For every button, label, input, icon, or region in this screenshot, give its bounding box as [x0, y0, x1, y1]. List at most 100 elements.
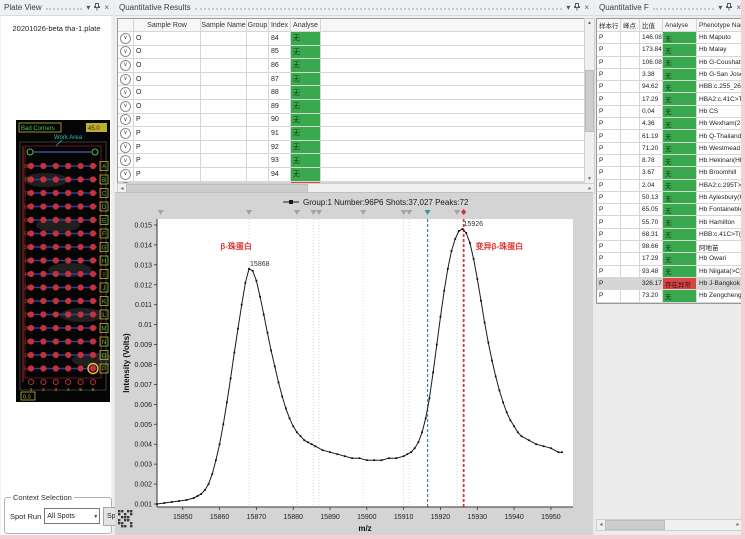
expand-row-button[interactable]: ∨ [120, 155, 131, 166]
expand-row-button[interactable]: ∨ [120, 128, 131, 139]
sample-spot[interactable] [78, 338, 84, 344]
table-row[interactable]: P55.70无Hb Hamilton [597, 216, 742, 228]
sample-spot[interactable] [90, 298, 96, 304]
column-header[interactable]: Analyse [291, 19, 321, 31]
table-row[interactable]: ∨O85无 [118, 46, 585, 60]
table-row[interactable]: ∨O88无 [118, 86, 585, 100]
table-row[interactable]: P3.67无Hb Broomhill [597, 167, 742, 179]
sample-spot[interactable] [53, 338, 59, 344]
table-row[interactable]: P93.48无Hb Niigata(>C) [597, 266, 742, 278]
table-row[interactable]: P326.17存在异常Hb J-Bangkok [597, 278, 742, 290]
sample-spot[interactable] [65, 217, 71, 223]
table-row[interactable]: P17.29无Hb Owari [597, 253, 742, 265]
sample-spot[interactable] [53, 298, 59, 304]
sample-spot[interactable] [53, 271, 59, 277]
expand-row-button[interactable]: ∨ [120, 74, 131, 85]
sample-spot[interactable] [40, 271, 46, 277]
plate-file-name[interactable]: 20201026-beta tha-1.plate [0, 24, 113, 33]
column-header[interactable]: 样本行 [597, 19, 621, 31]
sample-spot[interactable] [90, 217, 96, 223]
sample-spot[interactable] [65, 325, 71, 331]
sample-spot[interactable] [65, 352, 71, 358]
spot-run-select[interactable]: All Spots ▾ [44, 508, 100, 524]
table-row[interactable]: P71.20无Hb Westmead [597, 143, 742, 155]
sample-spot[interactable] [65, 257, 71, 263]
column-header[interactable]: Group [247, 19, 269, 31]
expand-row-button[interactable]: ∨ [120, 142, 131, 153]
peak-marker-icon[interactable] [158, 210, 164, 215]
sample-spot[interactable] [90, 244, 96, 250]
sample-spot[interactable] [40, 203, 46, 209]
sample-spot[interactable] [65, 284, 71, 290]
table-row[interactable]: ∨P92无 [118, 141, 585, 155]
sample-spot[interactable] [40, 257, 46, 263]
table-row[interactable]: P2.04无HBA2:c.295T>G [597, 180, 742, 192]
chevron-down-icon[interactable]: ▾ [86, 4, 90, 12]
pin-icon[interactable] [94, 3, 100, 13]
sample-spot[interactable] [78, 190, 84, 196]
table-row[interactable]: ∨O87无 [118, 73, 585, 87]
phenotype-horizontal-scrollbar[interactable]: ◂ ▸ [596, 519, 743, 531]
sample-spot[interactable] [53, 311, 59, 317]
sample-spot[interactable] [65, 311, 71, 317]
table-row[interactable]: P98.66无阿地苗 [597, 241, 742, 253]
column-header[interactable]: Sample Name [201, 19, 247, 31]
peak-marker-icon[interactable] [360, 210, 366, 215]
table-row[interactable]: ∨O84无 [118, 32, 585, 46]
sample-spot[interactable] [65, 203, 71, 209]
table-row[interactable]: ∨P91无 [118, 127, 585, 141]
peak-marker-icon[interactable] [294, 210, 300, 215]
sample-spot[interactable] [90, 311, 96, 317]
sample-spot[interactable] [78, 163, 84, 169]
sample-spot[interactable] [53, 230, 59, 236]
plate-image[interactable]: Bad CornersWork Area45.080.0A75.0B70.0C6… [16, 120, 110, 402]
sample-spot[interactable] [65, 271, 71, 277]
sample-spot[interactable] [90, 230, 96, 236]
table-row[interactable]: P73.20无Hb Zengcheng [597, 290, 742, 302]
sample-spot[interactable] [40, 338, 46, 344]
expand-row-button[interactable]: ∨ [120, 33, 131, 44]
sample-spot[interactable] [53, 163, 59, 169]
column-header[interactable]: 峰点 [621, 19, 640, 31]
table-row[interactable]: P50.13无Hb Aylesbury(H [597, 192, 742, 204]
table-row[interactable]: ∨O89无 [118, 100, 585, 114]
sample-spot[interactable] [40, 190, 46, 196]
sample-spot[interactable] [65, 163, 71, 169]
table-row[interactable]: P173.84无Hb Malay [597, 44, 742, 56]
column-header[interactable]: Index [269, 19, 291, 31]
table-row[interactable]: ∨P93无 [118, 154, 585, 168]
column-header[interactable] [118, 19, 134, 31]
pin-icon[interactable] [726, 3, 732, 13]
table-row[interactable]: P8.78无Hb Hekinan(Hb [597, 155, 742, 167]
sample-spot[interactable] [40, 365, 46, 371]
sample-spot[interactable] [90, 176, 96, 182]
peak-marker-icon[interactable] [246, 210, 252, 215]
peak-marker-icon[interactable] [454, 210, 460, 215]
sample-spot[interactable] [40, 284, 46, 290]
drag-handle[interactable] [195, 8, 563, 10]
plot-area[interactable] [157, 219, 573, 507]
peak-marker-icon[interactable] [310, 210, 316, 215]
pin-icon[interactable] [574, 3, 580, 13]
sample-spot[interactable] [40, 163, 46, 169]
sample-spot[interactable] [90, 257, 96, 263]
sample-spot[interactable] [90, 338, 96, 344]
sample-spot[interactable] [53, 203, 59, 209]
sample-spot[interactable] [65, 244, 71, 250]
sample-spot[interactable] [40, 244, 46, 250]
sample-spot[interactable] [65, 176, 71, 182]
sample-spot[interactable] [53, 284, 59, 290]
sample-spot[interactable] [78, 325, 84, 331]
sample-spot[interactable] [78, 257, 84, 263]
sample-spot[interactable] [78, 271, 84, 277]
sample-spot[interactable] [78, 298, 84, 304]
sample-spot[interactable] [53, 244, 59, 250]
table-row[interactable]: P4.36无Hb Wexham(2- [597, 118, 742, 130]
table-row[interactable]: P106.08无Hb G-Coushatta [597, 57, 742, 69]
drag-handle[interactable] [46, 8, 83, 10]
column-header[interactable]: Analyse [663, 19, 697, 31]
expand-row-button[interactable]: ∨ [120, 60, 131, 71]
sample-spot[interactable] [65, 365, 71, 371]
chevron-down-icon[interactable]: ▾ [566, 4, 570, 12]
sample-spot[interactable] [90, 203, 96, 209]
